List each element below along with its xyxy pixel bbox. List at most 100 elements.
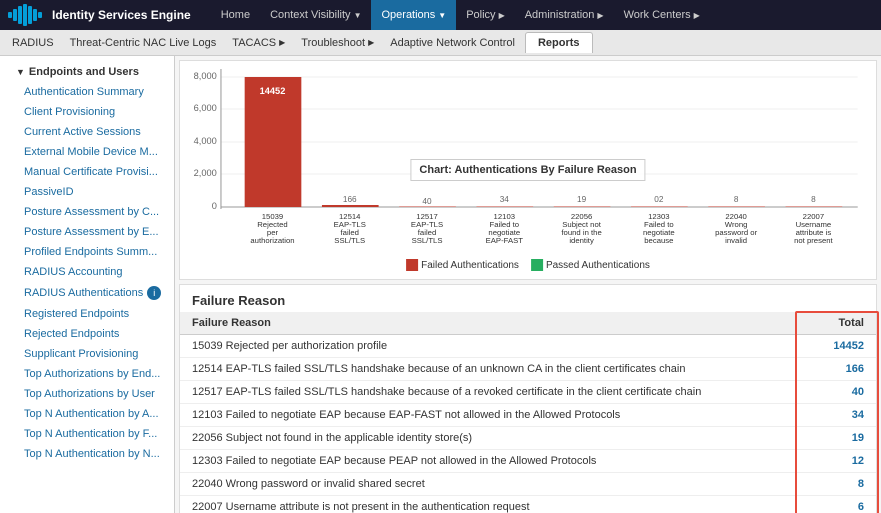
svg-text:6,000: 6,000 — [194, 103, 217, 113]
subnav-adaptive-network[interactable]: Adaptive Network Control — [382, 30, 523, 55]
badge-new: i — [147, 286, 161, 300]
sidebar-item-top-n-auth-f[interactable]: Top N Authentication by F... — [0, 424, 174, 444]
content-area: 8,000 6,000 4,000 2,000 0 14452 — [175, 56, 881, 513]
svg-text:4,000: 4,000 — [194, 136, 217, 146]
subnav-troubleshoot[interactable]: Troubleshoot ▶ — [293, 30, 382, 55]
sidebar-item-passiveid[interactable]: PassiveID — [0, 182, 174, 202]
cell-total: 14452 — [796, 335, 876, 358]
sidebar-item-rejected-endpoints[interactable]: Rejected Endpoints — [0, 324, 174, 344]
sidebar-section-endpoints-users[interactable]: ▼ Endpoints and Users — [0, 60, 174, 82]
cell-total: 166 — [796, 358, 876, 381]
sidebar-item-radius-accounting[interactable]: RADIUS Accounting — [0, 262, 174, 282]
cisco-logo — [8, 4, 44, 26]
nav-operations-arrow: ▼ — [438, 11, 446, 20]
table-row: 22007 Username attribute is not present … — [180, 496, 876, 513]
cell-reason: 22056 Subject not found in the applicabl… — [180, 427, 796, 450]
nav-context-visibility[interactable]: Context Visibility ▼ — [260, 0, 371, 30]
cell-reason: 12103 Failed to negotiate EAP because EA… — [180, 404, 796, 427]
sidebar-item-authentication-summary[interactable]: Authentication Summary — [0, 82, 174, 102]
legend-failed: Failed Authentications — [406, 259, 519, 271]
cell-reason: 12517 EAP-TLS failed SSL/TLS handshake b… — [180, 381, 796, 404]
data-table: Failure Reason Total 15039 Rejected per … — [180, 312, 876, 513]
svg-text:because: because — [644, 236, 673, 245]
sidebar-item-top-auth-end[interactable]: Top Authorizations by End... — [0, 364, 174, 384]
nav-items: Home Context Visibility ▼ Operations ▼ P… — [211, 0, 710, 30]
cell-reason: 12303 Failed to negotiate EAP because PE… — [180, 450, 796, 473]
bar-22007 — [786, 207, 843, 208]
cell-reason: 22007 Username attribute is not present … — [180, 496, 796, 513]
svg-text:8: 8 — [811, 195, 816, 204]
table-row: 12103 Failed to negotiate EAP because EA… — [180, 404, 876, 427]
sidebar-item-radius-authentications[interactable]: RADIUS Authentications i — [0, 282, 174, 304]
sidebar-item-client-provisioning[interactable]: Client Provisioning — [0, 102, 174, 122]
bar-12514 — [322, 205, 379, 207]
svg-text:authorization: authorization — [250, 236, 294, 245]
nav-context-visibility-arrow: ▼ — [354, 11, 362, 20]
nav-policy[interactable]: Policy ▶ — [456, 0, 515, 30]
nav-work-centers[interactable]: Work Centers ▶ — [614, 0, 710, 30]
sidebar-item-top-n-auth-a[interactable]: Top N Authentication by A... — [0, 404, 174, 424]
subnav-radius[interactable]: RADIUS — [4, 30, 62, 55]
sidebar-section-arrow: ▼ — [16, 67, 25, 77]
nav-operations[interactable]: Operations ▼ — [371, 0, 456, 30]
svg-text:identity: identity — [569, 236, 594, 245]
svg-text:not present: not present — [794, 236, 834, 245]
table-row: 22056 Subject not found in the applicabl… — [180, 427, 876, 450]
sidebar-item-supplicant-provisioning[interactable]: Supplicant Provisioning — [0, 344, 174, 364]
svg-text:SSL/TLS: SSL/TLS — [412, 236, 443, 245]
sidebar-item-profiled-endpoints[interactable]: Profiled Endpoints Summ... — [0, 242, 174, 262]
chart-legend: Failed Authentications Passed Authentica… — [406, 259, 650, 271]
sub-navigation: RADIUS Threat-Centric NAC Live Logs TACA… — [0, 30, 881, 56]
svg-text:8: 8 — [734, 195, 739, 204]
svg-text:166: 166 — [343, 195, 357, 204]
legend-failed-color — [406, 259, 418, 271]
nav-work-centers-arrow: ▶ — [694, 11, 700, 20]
sidebar-item-posture-e[interactable]: Posture Assessment by E... — [0, 222, 174, 242]
subnav-tacacs[interactable]: TACACS ▶ — [224, 30, 293, 55]
subnav-troubleshoot-arrow: ▶ — [368, 38, 374, 47]
main-layout: ▼ Endpoints and Users Authentication Sum… — [0, 56, 881, 513]
svg-text:SSL/TLS: SSL/TLS — [334, 236, 365, 245]
table-row: 12517 EAP-TLS failed SSL/TLS handshake b… — [180, 381, 876, 404]
table-row: 15039 Rejected per authorization profile… — [180, 335, 876, 358]
nav-policy-arrow: ▶ — [499, 11, 505, 20]
bar-12517 — [399, 207, 456, 208]
nav-home[interactable]: Home — [211, 0, 260, 30]
svg-text:19: 19 — [577, 195, 587, 204]
cell-total: 19 — [796, 427, 876, 450]
sidebar-item-current-active-sessions[interactable]: Current Active Sessions — [0, 122, 174, 142]
cell-total: 12 — [796, 450, 876, 473]
table-title: Failure Reason — [180, 285, 876, 312]
table-header: Failure Reason Total — [180, 312, 876, 335]
cell-reason: 12514 EAP-TLS failed SSL/TLS handshake b… — [180, 358, 796, 381]
tab-reports[interactable]: Reports — [525, 32, 593, 53]
sidebar-item-registered-endpoints[interactable]: Registered Endpoints — [0, 304, 174, 324]
svg-text:14452: 14452 — [260, 86, 286, 96]
col-total: Total — [796, 312, 876, 335]
cell-reason: 15039 Rejected per authorization profile — [180, 335, 796, 358]
subnav-threat-centric[interactable]: Threat-Centric NAC Live Logs — [62, 30, 225, 55]
bar-12103 — [476, 207, 533, 208]
sidebar-item-manual-certificate[interactable]: Manual Certificate Provisi... — [0, 162, 174, 182]
nav-administration[interactable]: Administration ▶ — [515, 0, 614, 30]
legend-passed-color — [531, 259, 543, 271]
cell-total: 34 — [796, 404, 876, 427]
subnav-tacacs-arrow: ▶ — [279, 38, 285, 47]
legend-passed: Passed Authentications — [531, 259, 650, 271]
chart-title-overlay: Chart: Authentications By Failure Reason — [410, 159, 645, 181]
svg-text:invalid: invalid — [725, 236, 747, 245]
table-row: 12303 Failed to negotiate EAP because PE… — [180, 450, 876, 473]
svg-text:34: 34 — [500, 195, 510, 204]
col-failure-reason: Failure Reason — [180, 312, 796, 335]
svg-text:2,000: 2,000 — [194, 168, 217, 178]
sidebar-item-posture-c[interactable]: Posture Assessment by C... — [0, 202, 174, 222]
svg-text:40: 40 — [422, 197, 432, 206]
bar-22056 — [554, 207, 611, 208]
sidebar-item-top-auth-user[interactable]: Top Authorizations by User — [0, 384, 174, 404]
svg-text:02: 02 — [654, 195, 664, 204]
svg-text:8,000: 8,000 — [194, 71, 217, 81]
cell-reason: 22040 Wrong password or invalid shared s… — [180, 473, 796, 496]
svg-text:0: 0 — [212, 201, 217, 211]
sidebar-item-top-n-auth-n[interactable]: Top N Authentication by N... — [0, 444, 174, 464]
sidebar-item-external-mobile[interactable]: External Mobile Device M... — [0, 142, 174, 162]
